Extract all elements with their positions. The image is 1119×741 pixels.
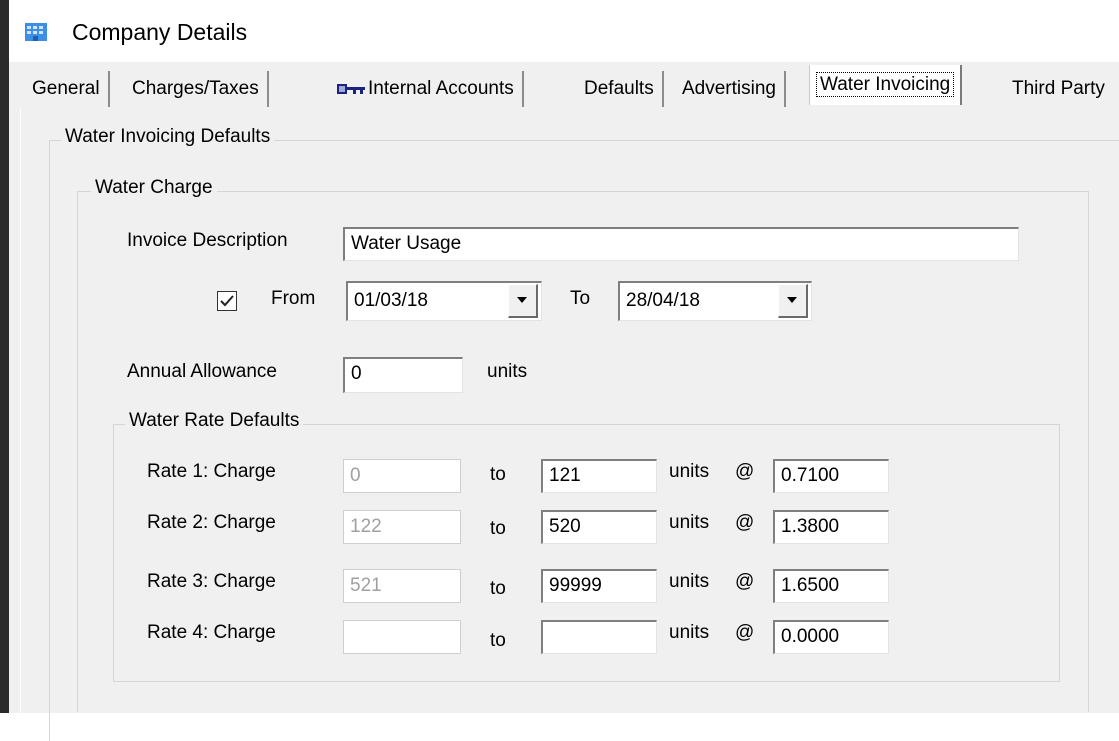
water-charge-title: Water Charge xyxy=(91,177,217,199)
rate-1-label: Rate 1: Charge xyxy=(147,461,276,482)
tab-water-invoicing[interactable]: Water Invoicing xyxy=(809,65,963,105)
rate-3-to-input[interactable]: 99999 xyxy=(541,569,657,603)
tab-advertising[interactable]: Advertising xyxy=(674,71,786,107)
rate-4-from-input xyxy=(343,620,461,654)
rate-4-to-input[interactable] xyxy=(541,620,657,654)
tab-third-party[interactable]: Third Party xyxy=(1004,71,1113,107)
rate-2-label: Rate 2: Charge xyxy=(147,512,276,533)
window-left-edge xyxy=(0,0,9,713)
annual-allowance-label: Annual Allowance xyxy=(127,361,277,382)
from-label: From xyxy=(271,288,316,309)
tab-label: Advertising xyxy=(682,78,776,99)
rate-4-to-label: to xyxy=(490,630,506,651)
tab-label: Charges/Taxes xyxy=(132,78,259,99)
tab-label: Defaults xyxy=(584,78,654,99)
water-invoicing-page: Water Invoicing Defaults Water Charge In… xyxy=(20,108,1119,741)
tab-defaults[interactable]: Defaults xyxy=(576,71,664,107)
rate-3-at-label: @ xyxy=(735,571,755,592)
annual-allowance-units: units xyxy=(487,361,528,382)
water-rate-defaults-title: Water Rate Defaults xyxy=(125,410,304,432)
company-building-icon xyxy=(25,23,47,41)
rate-1-rate-input[interactable]: 0.7100 xyxy=(773,459,889,493)
rate-2-units-label: units xyxy=(669,512,710,533)
rate-3-rate-input[interactable]: 1.6500 xyxy=(773,569,889,603)
rate-2-from-input: 122 xyxy=(343,510,461,544)
rate-1-from-input: 0 xyxy=(343,459,461,493)
rate-4-label: Rate 4: Charge xyxy=(147,622,276,643)
rate-1-to-input[interactable]: 121 xyxy=(541,459,657,493)
tab-label: Third Party xyxy=(1012,78,1105,99)
checkmark-icon xyxy=(220,295,234,307)
rate-3-to-label: to xyxy=(490,578,506,599)
title-bar: Company Details xyxy=(9,0,1119,62)
rate-4-rate-input[interactable]: 0.0000 xyxy=(773,620,889,654)
tab-charges-taxes[interactable]: Charges/Taxes xyxy=(124,71,269,107)
rate-3-units-label: units xyxy=(669,571,710,592)
annual-allowance-input[interactable]: 0 xyxy=(343,357,463,393)
rate-2-to-label: to xyxy=(490,518,506,539)
window-title: Company Details xyxy=(72,19,248,45)
tab-internal-accounts[interactable]: Internal Accounts xyxy=(328,71,524,107)
from-date-dropdown-button[interactable] xyxy=(508,284,538,318)
invoice-description-input[interactable]: Water Usage xyxy=(343,227,1019,261)
rate-1-units-label: units xyxy=(669,461,710,482)
key-icon xyxy=(337,83,365,94)
water-invoicing-defaults-title: Water Invoicing Defaults xyxy=(61,126,275,148)
rate-2-to-input[interactable]: 520 xyxy=(541,510,657,544)
chevron-down-icon xyxy=(787,297,797,303)
rate-1-to-label: to xyxy=(490,464,506,485)
rate-4-units-label: units xyxy=(669,622,710,643)
tab-label: Water Invoicing xyxy=(815,72,955,97)
rate-4-at-label: @ xyxy=(735,622,755,643)
rate-2-at-label: @ xyxy=(735,512,755,533)
to-date-dropdown-button[interactable] xyxy=(778,284,808,318)
tab-general[interactable]: General xyxy=(24,71,110,107)
to-label: To xyxy=(570,288,591,309)
tab-label: Internal Accounts xyxy=(368,78,514,99)
rate-2-rate-input[interactable]: 1.3800 xyxy=(773,510,889,544)
invoice-description-label: Invoice Description xyxy=(127,230,288,251)
rate-3-from-input: 521 xyxy=(343,569,461,603)
rate-3-label: Rate 3: Charge xyxy=(147,571,276,592)
chevron-down-icon xyxy=(517,297,527,303)
from-date-checkbox[interactable] xyxy=(217,291,237,311)
rate-1-at-label: @ xyxy=(735,461,755,482)
tab-label: General xyxy=(32,78,100,99)
